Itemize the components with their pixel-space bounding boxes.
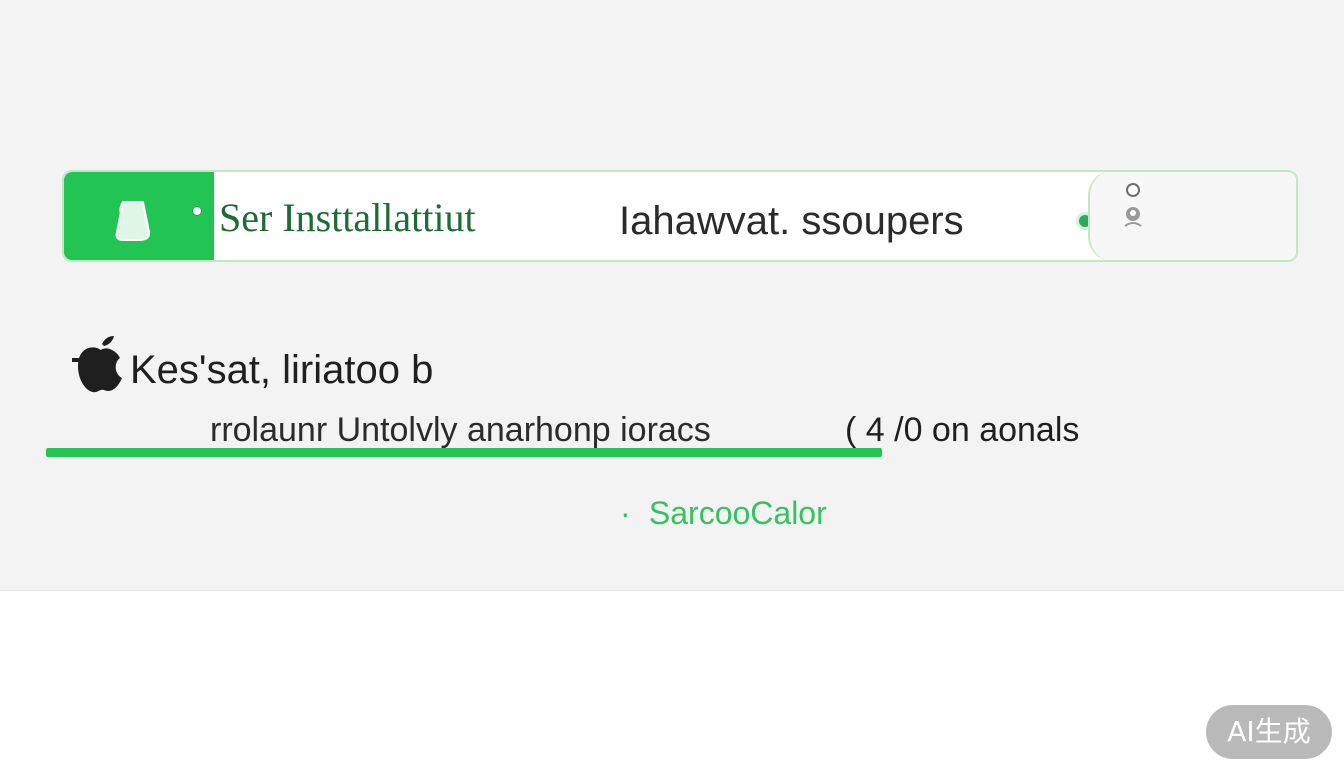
progress-fill — [46, 448, 882, 457]
link-bullet: · — [620, 495, 631, 531]
install-title: Ser Insttallattiut — [219, 195, 476, 240]
progress-bar — [46, 448, 882, 457]
installer-panel: Ser Insttallattiut Iahawvat. ssoupers Ke… — [0, 0, 1344, 591]
ai-generated-badge: AI生成 — [1206, 705, 1332, 759]
progress-label: rrolaunr Untolvly anarhonp ioracs — [210, 411, 711, 449]
installer-icon-block — [64, 172, 214, 260]
progress-value: ( 4 /0 on aonals — [845, 411, 1080, 449]
more-link[interactable]: · SarcooCalor — [620, 494, 827, 532]
more-link-label: SarcooCalor — [648, 495, 827, 531]
install-subtitle: Iahawvat. ssoupers — [619, 199, 964, 243]
apple-icon — [72, 336, 122, 393]
user-toggle[interactable] — [1088, 172, 1296, 260]
user-icon — [1124, 183, 1142, 227]
main-heading: Kes'sat, liriatoo b — [130, 348, 434, 392]
install-status-bar[interactable]: Ser Insttallattiut Iahawvat. ssoupers — [62, 170, 1298, 262]
installer-icon — [115, 201, 151, 241]
install-indicator-icon — [192, 206, 202, 216]
